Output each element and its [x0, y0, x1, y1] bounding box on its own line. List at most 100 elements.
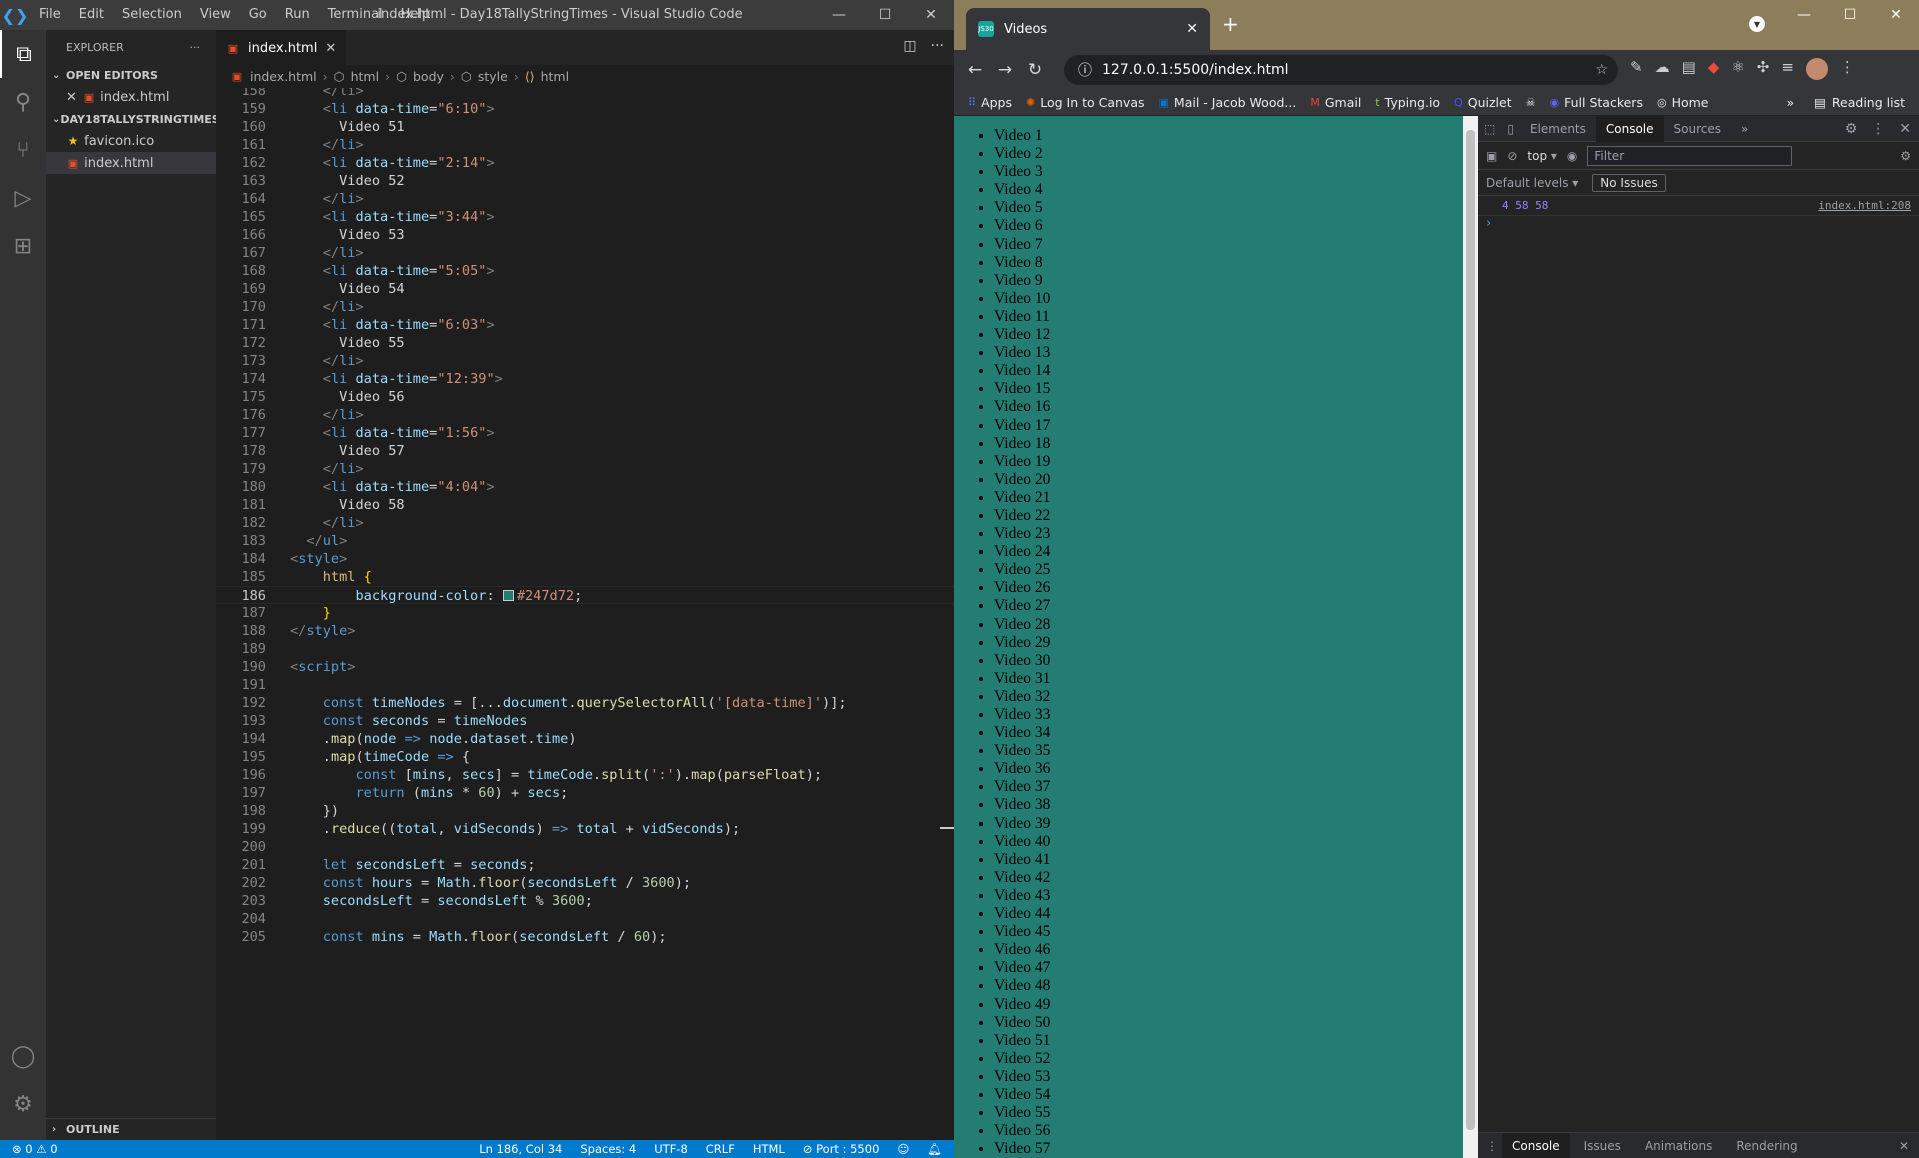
extensions-icon[interactable]: ⊞	[0, 222, 46, 270]
new-tab-icon[interactable]: +	[1222, 12, 1239, 36]
maximize-icon[interactable]: ☐	[1827, 0, 1873, 30]
split-editor-icon[interactable]: ◫	[903, 38, 916, 54]
close-icon[interactable]: ✕	[1873, 0, 1919, 30]
code-line[interactable]: 184 <style>	[216, 550, 954, 568]
run-debug-icon[interactable]: ▷	[0, 174, 46, 222]
maximize-icon[interactable]: ☐	[862, 0, 908, 30]
extension-icon[interactable]: ▤	[1682, 58, 1696, 80]
forward-icon[interactable]: →	[990, 60, 1020, 80]
breadcrumb-item[interactable]: style	[478, 69, 508, 84]
code-line[interactable]: 204	[216, 910, 954, 928]
code-line[interactable]: 183 </ul>	[216, 532, 954, 550]
settings-gear-icon[interactable]: ⚙	[1845, 121, 1858, 137]
more-tabs-icon[interactable]: »	[1731, 116, 1758, 142]
tab-close-icon[interactable]: ✕	[1186, 21, 1198, 37]
clear-console-icon[interactable]: ⊘	[1507, 149, 1517, 163]
close-icon[interactable]: ✕	[66, 90, 82, 105]
search-icon[interactable]: ⚲	[0, 78, 46, 126]
code-line[interactable]: 176 </li>	[216, 406, 954, 424]
file-item-index[interactable]: ▣ index.html	[46, 152, 216, 174]
code-line[interactable]: 179 </li>	[216, 460, 954, 478]
issues-button[interactable]: No Issues	[1592, 173, 1666, 192]
extension-icon[interactable]: ☁	[1655, 58, 1670, 80]
language-mode[interactable]: HTML	[753, 1142, 785, 1156]
tab-console[interactable]: Console	[1595, 115, 1664, 142]
console-prompt[interactable]: ›	[1478, 216, 1919, 234]
close-devtools-icon[interactable]: ✕	[1899, 121, 1911, 137]
file-item-favicon[interactable]: ★ favicon.ico	[46, 130, 216, 152]
drawer-tab-console[interactable]: Console	[1502, 1132, 1570, 1158]
explorer-icon[interactable]: ⧉	[0, 30, 46, 78]
overflow-chevron-icon[interactable]: »	[1787, 95, 1795, 110]
manage-gear-icon[interactable]: ⚙	[0, 1080, 46, 1128]
context-selector[interactable]: top ▾	[1527, 149, 1557, 163]
code-editor[interactable]: 158 </li> 159 <li data-time="6:10"> 160 Vi…	[216, 88, 954, 1140]
account-icon[interactable]: ◯	[0, 1032, 46, 1080]
close-icon[interactable]: ✕	[908, 0, 954, 30]
tab-elements[interactable]: Elements	[1520, 116, 1596, 142]
cursor-position[interactable]: Ln 186, Col 34	[479, 1142, 562, 1156]
bookmark-canvas[interactable]: ✺ Log In to Canvas	[1026, 95, 1145, 110]
back-icon[interactable]: ←	[960, 60, 990, 80]
code-line[interactable]: 197 return (mins * 60) + secs;	[216, 784, 954, 802]
drawer-tab-rendering[interactable]: Rendering	[1726, 1133, 1807, 1158]
extension-icon[interactable]: ✎	[1630, 58, 1643, 80]
menu-edit[interactable]: Edit	[70, 0, 113, 30]
profile-avatar[interactable]	[1805, 58, 1828, 80]
code-line[interactable]: 178 Video 57	[216, 442, 954, 460]
code-line[interactable]: 174 <li data-time="12:39">	[216, 370, 954, 388]
more-actions-icon[interactable]: ···	[931, 38, 944, 54]
code-line[interactable]: 158 </li>	[216, 88, 954, 100]
open-editor-item[interactable]: ✕ ▣ index.html	[46, 86, 216, 108]
code-line[interactable]: 195 .map(timeCode => {	[216, 748, 954, 766]
code-line[interactable]: 190 <script>	[216, 658, 954, 676]
outline-section[interactable]: › OUTLINE	[46, 1118, 216, 1140]
minimize-icon[interactable]: —	[816, 0, 862, 30]
eye-icon[interactable]: ◉	[1567, 149, 1577, 163]
code-line[interactable]: 200	[216, 838, 954, 856]
minimize-icon[interactable]: —	[1781, 0, 1827, 30]
breadcrumb-item[interactable]: html	[351, 69, 379, 84]
code-line[interactable]: 198 })	[216, 802, 954, 820]
bookmark-apps[interactable]: ⠿ Apps	[968, 95, 1012, 110]
code-line[interactable]: 193 const seconds = timeNodes	[216, 712, 954, 730]
code-line[interactable]: 188 </style>	[216, 622, 954, 640]
code-line[interactable]: 160 Video 51	[216, 118, 954, 136]
reading-list[interactable]: » ▤ Reading list	[1787, 95, 1906, 110]
bookmark-home[interactable]: ◎ Home	[1657, 95, 1709, 110]
code-line[interactable]: 168 <li data-time="5:05">	[216, 262, 954, 280]
code-line[interactable]: 166 Video 53	[216, 226, 954, 244]
browser-tab[interactable]: JS30 Videos ✕	[966, 8, 1210, 50]
code-line[interactable]: 180 <li data-time="4:04">	[216, 478, 954, 496]
drawer-menu-icon[interactable]: ⋮	[1486, 1139, 1498, 1153]
code-line[interactable]: 161 </li>	[216, 136, 954, 154]
info-icon[interactable]: ⓘ	[1078, 60, 1092, 80]
color-swatch[interactable]	[502, 590, 514, 601]
code-line[interactable]: 199 .reduce((total, vidSeconds) => total…	[216, 820, 954, 838]
code-line[interactable]: 182 </li>	[216, 514, 954, 532]
menu-selection[interactable]: Selection	[113, 0, 191, 30]
menu-run[interactable]: Run	[276, 0, 319, 30]
code-line[interactable]: 192 const timeNodes = [...document.query…	[216, 694, 954, 712]
code-line[interactable]: 171 <li data-time="6:03">	[216, 316, 954, 334]
bookmark-unnamed[interactable]: ☠	[1526, 96, 1536, 109]
open-editors-section[interactable]: ⌄ OPEN EDITORS	[46, 64, 216, 86]
page-scrollbar[interactable]	[1463, 116, 1478, 1158]
live-server-port[interactable]: ⊘ Port : 5500	[803, 1142, 880, 1156]
code-line[interactable]: 189	[216, 640, 954, 658]
close-drawer-icon[interactable]: ✕	[1899, 1139, 1909, 1153]
react-devtools-icon[interactable]: ⚛	[1731, 58, 1744, 80]
bookmark-fullstackers[interactable]: ◉ Full Stackers	[1550, 95, 1643, 110]
scrollbar-thumb[interactable]	[1466, 130, 1475, 1130]
code-line[interactable]: 159 <li data-time="6:10">	[216, 100, 954, 118]
console-filter-input[interactable]: Filter	[1587, 145, 1793, 166]
code-line[interactable]: 177 <li data-time="1:56">	[216, 424, 954, 442]
log-levels-dropdown[interactable]: Default levels ▾	[1486, 176, 1578, 190]
feedback-icon[interactable]: ☺	[897, 1142, 909, 1156]
code-line[interactable]: 163 Video 52	[216, 172, 954, 190]
menu-kebab-icon[interactable]: ⋮	[1871, 121, 1885, 137]
bookmark-quizlet[interactable]: Q Quizlet	[1454, 95, 1512, 110]
media-icon[interactable]: ≡	[1781, 58, 1794, 80]
extension-icon[interactable]: ◆	[1708, 58, 1720, 80]
bookmark-mail[interactable]: ▣ Mail - Jacob Wood...	[1159, 95, 1297, 110]
